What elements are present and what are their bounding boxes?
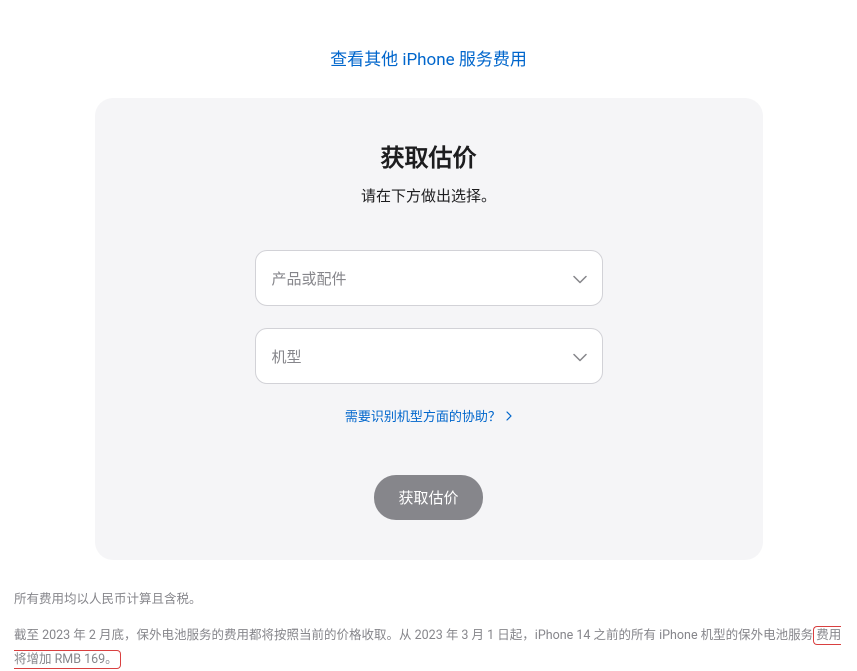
footer-line-1: 所有费用均以人民币计算且含税。 (14, 588, 843, 612)
card-subtitle: 请在下方做出选择。 (135, 185, 723, 206)
estimate-card: 获取估价 请在下方做出选择。 产品或配件 机型 需要识别机型方面的协助？ (95, 98, 763, 560)
card-title: 获取估价 (135, 138, 723, 173)
model-select-wrapper: 机型 (255, 328, 603, 384)
model-select[interactable]: 机型 (255, 328, 603, 384)
product-select-wrapper: 产品或配件 (255, 250, 603, 306)
identify-model-help-link[interactable]: 需要识别机型方面的协助？ (345, 410, 512, 425)
help-link-text: 需要识别机型方面的协助？ (345, 410, 501, 425)
footer-line-2: 截至 2023 年 2 月底，保外电池服务的费用都将按照当前的价格收取。从 20… (14, 624, 843, 671)
top-link-container: 查看其他 iPhone 服务费用 (10, 0, 847, 98)
product-select[interactable]: 产品或配件 (255, 250, 603, 306)
other-iphone-service-link[interactable]: 查看其他 iPhone 服务费用 (330, 50, 527, 70)
chevron-right-icon (506, 410, 512, 425)
footer-line-2-prefix: 截至 2023 年 2 月底，保外电池服务的费用都将按照当前的价格收取。从 20… (14, 628, 813, 643)
footer-text: 所有费用均以人民币计算且含税。 截至 2023 年 2 月底，保外电池服务的费用… (10, 588, 847, 671)
get-estimate-button[interactable]: 获取估价 (374, 475, 482, 520)
help-link-container: 需要识别机型方面的协助？ (135, 406, 723, 425)
